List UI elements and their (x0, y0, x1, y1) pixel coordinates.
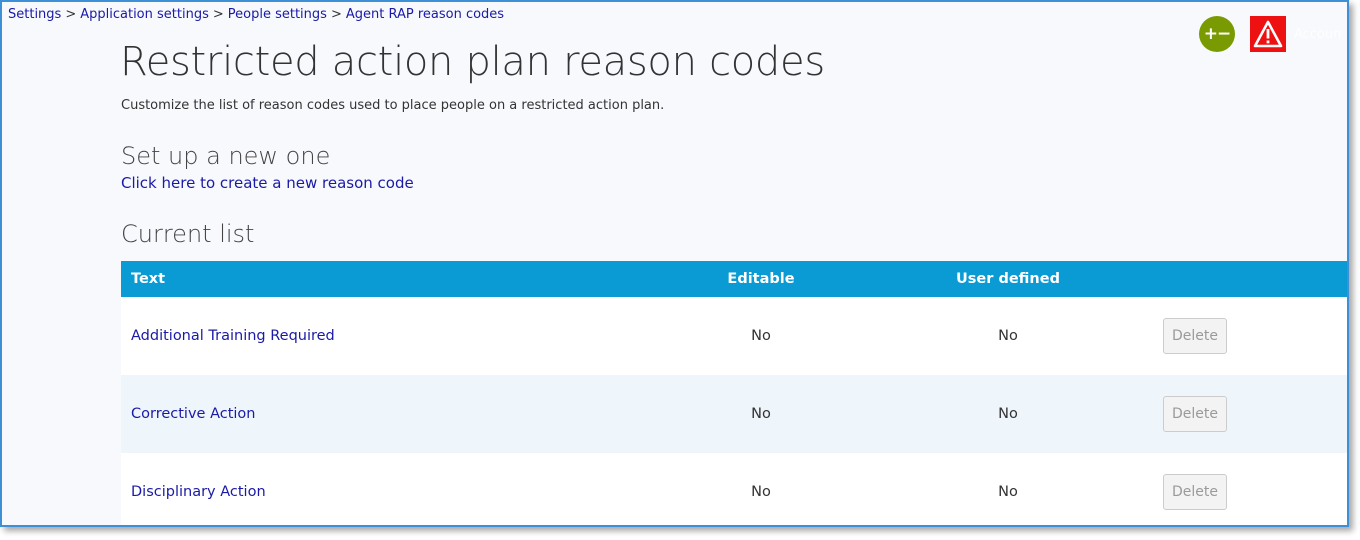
table-row: Disciplinary Action No No Delete (121, 453, 1347, 525)
table-row: Additional Training Required No No Delet… (121, 297, 1347, 375)
reason-codes-table: Text Editable User defined Additional Tr… (121, 261, 1347, 525)
setup-heading: Set up a new one (121, 142, 331, 170)
table-row: Corrective Action No No Delete (121, 375, 1347, 453)
breadcrumb-separator: > (212, 7, 224, 22)
create-reason-code-link[interactable]: Click here to create a new reason code (121, 174, 414, 192)
current-list-heading: Current list (121, 220, 255, 248)
column-header-user-defined-label: User defined (956, 271, 1060, 287)
user-defined-value: No (998, 406, 1018, 422)
top-toolbar: +− Accoun (1199, 16, 1341, 52)
plus-minus-icon[interactable]: +− (1199, 16, 1235, 52)
breadcrumb-agent-rap-reason-codes[interactable]: Agent RAP reason codes (346, 7, 504, 22)
user-defined-value: No (998, 484, 1018, 500)
account-menu[interactable]: Accoun (1294, 27, 1341, 42)
delete-button[interactable]: Delete (1163, 396, 1227, 432)
delete-button[interactable]: Delete (1163, 474, 1227, 510)
editable-value: No (751, 406, 771, 422)
breadcrumb-people-settings[interactable]: People settings (228, 7, 327, 22)
warning-triangle-icon (1253, 20, 1283, 48)
editable-value: No (751, 328, 771, 344)
user-defined-value: No (998, 328, 1018, 344)
delete-button[interactable]: Delete (1163, 318, 1227, 354)
page-title: Restricted action plan reason codes (120, 39, 825, 85)
column-header-editable-label: Editable (727, 271, 795, 287)
column-header-text: Text (131, 271, 166, 287)
editable-value: No (751, 484, 771, 500)
reason-code-link[interactable]: Corrective Action (131, 406, 255, 422)
table-header: Text Editable User defined (121, 261, 1347, 297)
breadcrumb: Settings > Application settings > People set… (8, 7, 504, 22)
app-window: Settings > Application settings > People set… (0, 0, 1349, 527)
warning-icon[interactable] (1250, 16, 1286, 52)
reason-code-link[interactable]: Additional Training Required (131, 328, 335, 344)
reason-code-link[interactable]: Disciplinary Action (131, 484, 266, 500)
breadcrumb-settings[interactable]: Settings (8, 7, 61, 22)
breadcrumb-separator: > (330, 7, 342, 22)
breadcrumb-separator: > (65, 7, 77, 22)
breadcrumb-application-settings[interactable]: Application settings (80, 7, 209, 22)
page-description: Customize the list of reason codes used … (121, 98, 665, 113)
